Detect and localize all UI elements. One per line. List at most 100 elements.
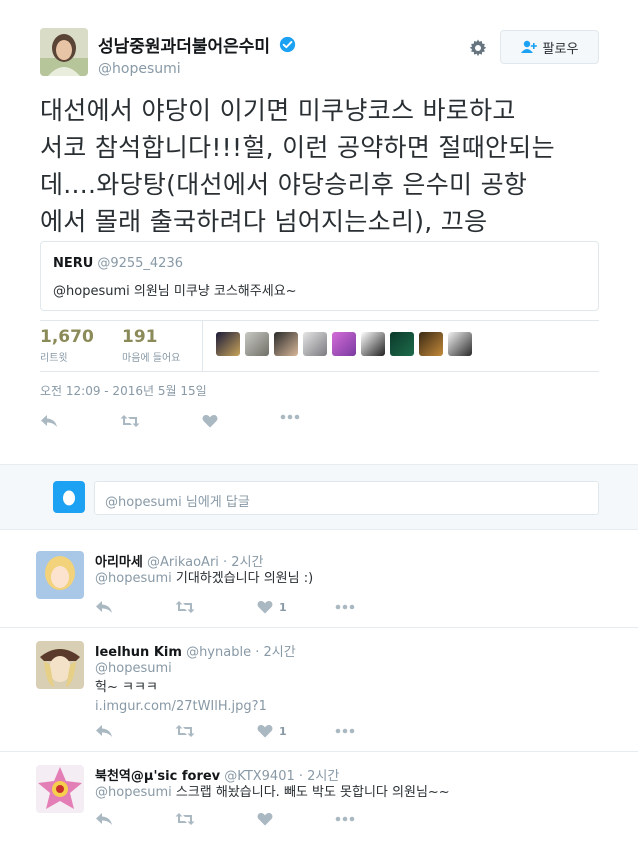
reply-icon: [41, 415, 57, 427]
like-button[interactable]: 1: [257, 600, 287, 614]
tweet-header: 성남중원과더불어은수미 @hopesumi 팔로우: [40, 28, 600, 78]
more-button[interactable]: [335, 816, 355, 822]
liker-avatar[interactable]: [390, 332, 414, 356]
reply-item[interactable]: 북천역@µ'sic forev @KTX9401 · 2시간 @hopesumi…: [0, 753, 638, 844]
more-icon: [280, 414, 300, 420]
reply-button[interactable]: [95, 812, 113, 826]
reply-icon: [96, 813, 112, 825]
reply-author-name[interactable]: 아리마세: [95, 555, 143, 570]
reply-header: 아리마세 @ArikaoAri · 2시간: [95, 551, 264, 570]
verified-icon: [279, 36, 296, 53]
tweet-stats: 1,670 리트윗 191 마음에 들어요: [40, 320, 599, 372]
reply-time[interactable]: · 2시간: [299, 769, 339, 784]
more-icon: [335, 728, 355, 734]
like-button[interactable]: [257, 812, 273, 826]
heart-icon: [257, 601, 273, 614]
reply-avatar[interactable]: [36, 765, 84, 813]
quoted-author-name: NERU: [53, 256, 94, 271]
add-user-icon: [520, 40, 537, 53]
heart-icon: [202, 415, 218, 428]
reply-author-handle[interactable]: @ArikaoAri: [147, 555, 219, 570]
reply-button[interactable]: [40, 414, 58, 428]
quoted-tweet-card[interactable]: NERU @9255_4236 @hopesumi 의원님 미쿠냥 코스해주세요~: [40, 241, 599, 311]
reply-text: 기대하겠습니다 의원님 :): [171, 571, 314, 586]
reply-author-handle[interactable]: @KTX9401: [224, 769, 294, 784]
liker-avatar[interactable]: [274, 332, 298, 356]
liker-avatar[interactable]: [361, 332, 385, 356]
reply-item[interactable]: 아리마세 @ArikaoAri · 2시간 @hopesumi 기대하겠습니다 …: [0, 531, 638, 628]
author-handle[interactable]: @hopesumi: [98, 61, 296, 77]
retweet-button[interactable]: [175, 600, 195, 614]
retweet-icon: [175, 813, 195, 825]
like-button[interactable]: 1: [257, 724, 287, 738]
likes-label: 마음에 들어요: [122, 353, 181, 364]
tweet-text: 대선에서 야당이 이기면 미쿠냥코스 바로하고 서코 참석합니다!!!헐, 이런…: [40, 92, 610, 240]
reply-time[interactable]: · 2시간: [223, 555, 263, 570]
retweet-button[interactable]: [175, 812, 195, 826]
liker-avatar[interactable]: [245, 332, 269, 356]
reply-input[interactable]: @hopesumi 님에게 답글: [94, 481, 599, 515]
author-avatar[interactable]: [40, 28, 88, 76]
retweets-stat[interactable]: 1,670 리트윗: [40, 327, 94, 364]
tweet-text-line: 서코 참석합니다!!!헐, 이런 공약하면 절때안되는: [40, 133, 555, 162]
liker-avatar[interactable]: [332, 332, 356, 356]
reply-button[interactable]: [95, 600, 113, 614]
reply-body: @hopesumi 헉~ ㅋㅋㅋ i.imgur.com/27tWIlH.jpg…: [95, 659, 267, 716]
reply-item[interactable]: leelhun Kim @hynable · 2시간 @hopesumi 헉~ …: [0, 629, 638, 752]
quoted-tweet-text: @hopesumi 의원님 미쿠냥 코스해주세요~: [53, 284, 297, 299]
quoted-author-handle: @9255_4236: [97, 256, 183, 271]
reply-author-handle[interactable]: @hynable: [186, 645, 251, 660]
like-count: 1: [279, 724, 287, 738]
reply-icon: [96, 601, 112, 613]
reply-text: 헉~ ㅋㅋㅋ: [95, 680, 158, 695]
likes-count: 191: [122, 327, 158, 347]
reply-button[interactable]: [95, 724, 113, 738]
gear-icon[interactable]: [468, 38, 488, 58]
author-display-name[interactable]: 성남중원과더불어은수미: [98, 32, 270, 57]
egg-icon: [53, 481, 85, 513]
retweet-button[interactable]: [175, 724, 195, 738]
liker-avatars: [216, 332, 472, 356]
retweet-button[interactable]: [120, 414, 140, 428]
follow-button-label: 팔로우: [542, 41, 579, 57]
reply-mention[interactable]: @hopesumi: [95, 571, 172, 586]
reply-link[interactable]: i.imgur.com/27tWIlH.jpg?1: [95, 697, 267, 716]
quoted-author: NERU @9255_4236: [53, 256, 183, 271]
reply-avatar[interactable]: [36, 551, 84, 599]
tweet-text-line: 대선에서 야당이 이기면 미쿠냥코스 바로하고: [40, 96, 516, 125]
retweet-icon: [175, 601, 195, 613]
tweet-timestamp[interactable]: 오전 12:09 - 2016년 5월 15일: [40, 382, 207, 399]
liker-avatar[interactable]: [448, 332, 472, 356]
more-button[interactable]: [335, 604, 355, 610]
liker-avatar[interactable]: [419, 332, 443, 356]
heart-icon: [257, 813, 273, 826]
reply-author-name[interactable]: 북천역@µ'sic forev: [95, 769, 220, 784]
liker-avatar[interactable]: [303, 332, 327, 356]
retweets-count: 1,670: [40, 327, 94, 347]
reply-header: leelhun Kim @hynable · 2시간: [95, 641, 296, 660]
liker-avatar[interactable]: [216, 332, 240, 356]
like-count: 1: [279, 600, 287, 614]
reply-compose-bar: @hopesumi 님에게 답글: [0, 464, 638, 530]
reply-time[interactable]: · 2시간: [255, 645, 295, 660]
like-button[interactable]: [202, 414, 218, 428]
author-name-block: 성남중원과더불어은수미 @hopesumi: [98, 32, 296, 77]
tweet-text-line: 데....와당탕(대선에서 야당승리후 은수미 공항: [40, 170, 528, 199]
reply-author-name[interactable]: leelhun Kim: [95, 645, 182, 660]
reply-mention[interactable]: @hopesumi: [95, 659, 267, 678]
stats-divider: [202, 321, 203, 371]
more-icon: [335, 816, 355, 822]
follow-button[interactable]: 팔로우: [500, 30, 599, 64]
more-button[interactable]: [280, 414, 300, 420]
more-button[interactable]: [335, 728, 355, 734]
reply-mention[interactable]: @hopesumi: [95, 785, 172, 800]
heart-icon: [257, 725, 273, 738]
more-icon: [335, 604, 355, 610]
reply-body: @hopesumi 스크랩 해놨습니다. 빼도 박도 못합니다 의원님~~: [95, 783, 450, 802]
reply-avatar[interactable]: [36, 641, 84, 689]
likes-stat[interactable]: 191 마음에 들어요: [122, 327, 180, 364]
reply-text: 스크랩 해놨습니다. 빼도 박도 못합니다 의원님~~: [171, 785, 450, 800]
retweets-label: 리트윗: [40, 353, 68, 364]
reply-header: 북천역@µ'sic forev @KTX9401 · 2시간: [95, 765, 339, 784]
retweet-icon: [175, 725, 195, 737]
